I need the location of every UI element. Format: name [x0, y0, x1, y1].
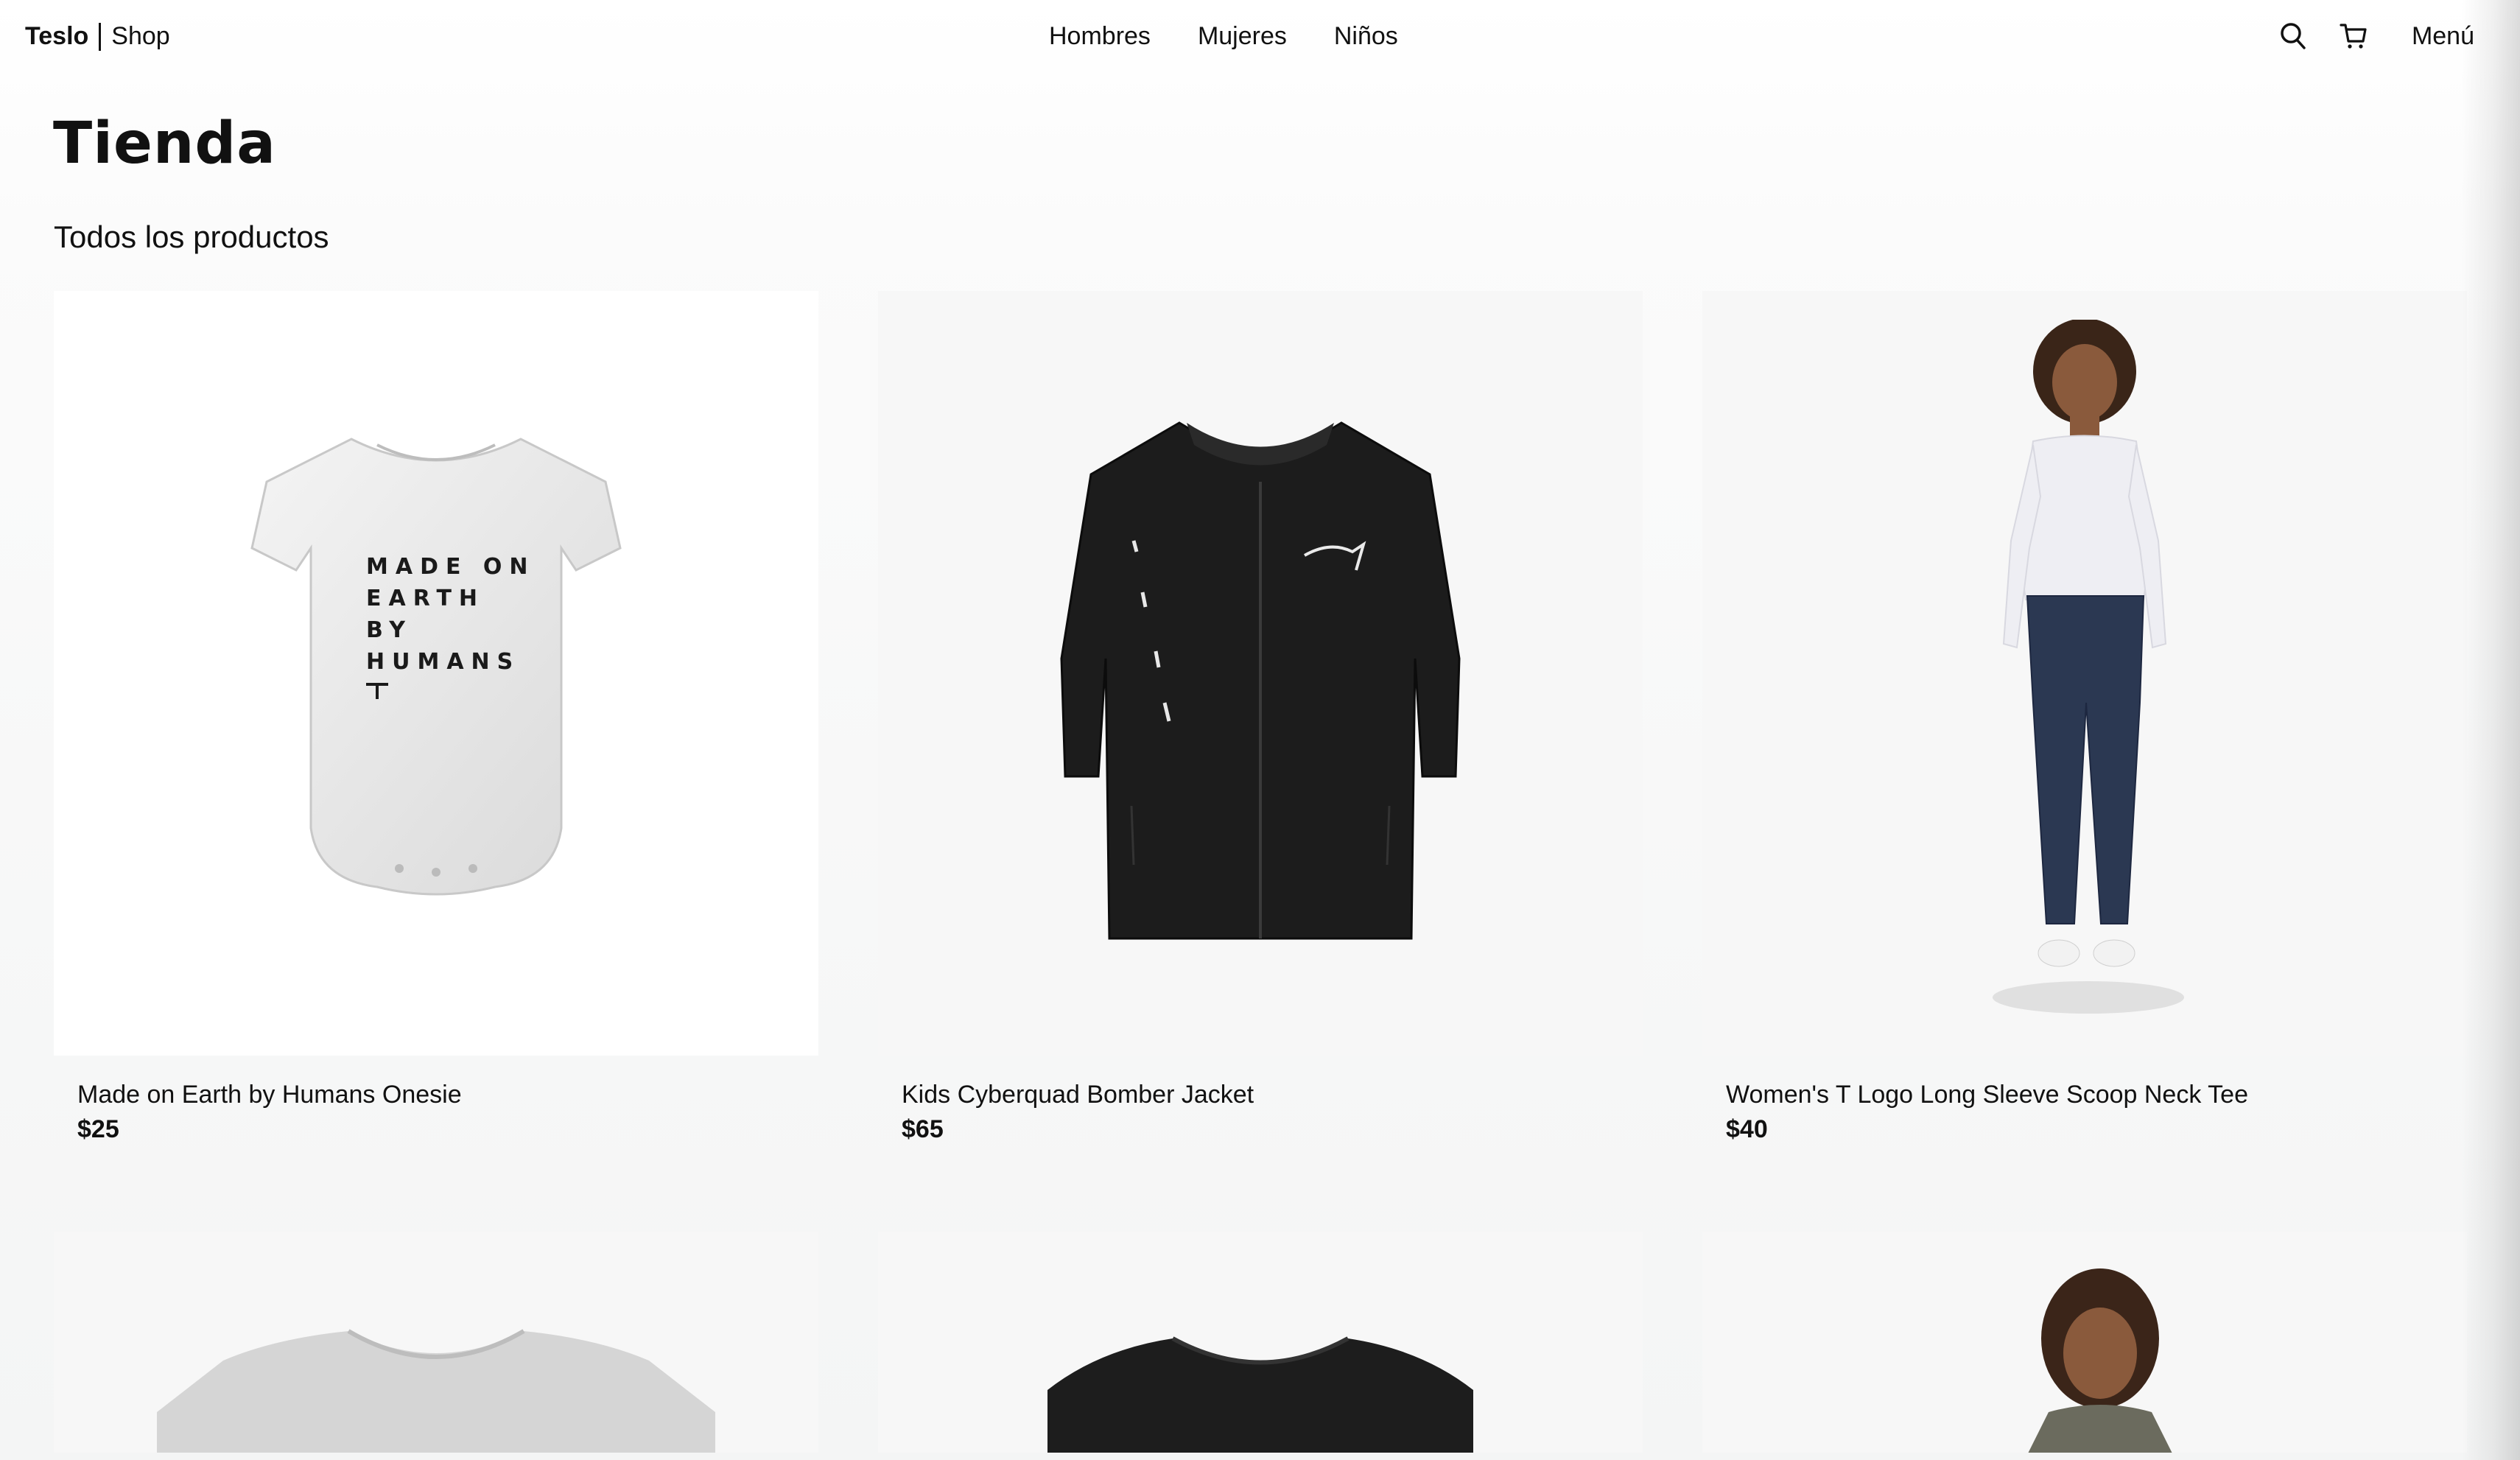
product-image[interactable]	[1702, 291, 2467, 1056]
product-price: $25	[77, 1115, 119, 1143]
brand-separator	[99, 22, 102, 51]
brand-logo: Teslo	[25, 22, 89, 50]
product-image[interactable]	[1702, 1232, 2467, 1453]
page: Teslo Shop Hombres Mujeres Niños Menú Ti…	[0, 0, 2520, 1460]
grey-tee-image	[157, 1329, 715, 1453]
product-card[interactable]: MADE ON EARTH BY HUMANS Made on Earth by…	[54, 291, 818, 1144]
product-info: Kids Cyberquad Bomber Jacket $65	[878, 1056, 1643, 1144]
product-price: $40	[1726, 1115, 1768, 1143]
product-card[interactable]	[878, 1232, 1643, 1453]
search-button[interactable]	[2276, 18, 2310, 55]
product-price: $65	[902, 1115, 944, 1143]
product-info: Made on Earth by Humans Onesie $25	[54, 1056, 818, 1144]
product-card[interactable]	[1702, 1232, 2467, 1453]
product-card[interactable]	[54, 1232, 818, 1453]
model-long-sleeve-tee-image	[1993, 320, 2184, 1014]
nav-actions: Menú	[2276, 18, 2474, 55]
right-edge-shadow	[2461, 0, 2520, 1460]
search-icon	[2281, 23, 2306, 49]
cart-icon	[2340, 24, 2367, 49]
cart-button[interactable]	[2337, 18, 2370, 55]
nav-link-hombres[interactable]: Hombres	[1049, 22, 1151, 51]
brand-logo-link[interactable]: Teslo Shop	[25, 22, 170, 51]
onesie-print-line: EARTH	[366, 586, 485, 611]
top-navbar: Teslo Shop Hombres Mujeres Niños Menú	[0, 0, 2520, 74]
page-subtitle: Todos los productos	[54, 220, 329, 254]
brand-shop-label: Shop	[111, 22, 170, 50]
category-nav: Hombres Mujeres Niños	[1049, 22, 1398, 51]
product-card[interactable]: Kids Cyberquad Bomber Jacket $65	[878, 291, 1643, 1144]
bomber-jacket-image	[1060, 421, 1461, 940]
onesie-print-line: MADE ON	[366, 554, 536, 580]
product-image[interactable]	[878, 291, 1643, 1056]
product-info: Women's T Logo Long Sleeve Scoop Neck Te…	[1702, 1056, 2467, 1144]
product-title[interactable]: Women's T Logo Long Sleeve Scoop Neck Te…	[1726, 1079, 2467, 1111]
product-image[interactable]	[54, 1232, 818, 1453]
onesie-print-line: HUMANS	[366, 649, 520, 675]
nav-link-mujeres[interactable]: Mujeres	[1198, 22, 1287, 51]
black-sweatshirt-image	[1047, 1336, 1473, 1453]
product-title[interactable]: Made on Earth by Humans Onesie	[77, 1079, 818, 1111]
onesie-image: MADE ON EARTH BY HUMANS	[250, 438, 622, 896]
product-image[interactable]	[878, 1232, 1643, 1453]
product-image[interactable]: MADE ON EARTH BY HUMANS	[54, 291, 818, 1056]
model-hoodie-image	[2028, 1268, 2172, 1453]
onesie-print-line: BY	[366, 617, 413, 643]
product-card[interactable]: Women's T Logo Long Sleeve Scoop Neck Te…	[1702, 291, 2467, 1144]
product-title[interactable]: Kids Cyberquad Bomber Jacket	[902, 1079, 1643, 1111]
nav-link-ninos[interactable]: Niños	[1334, 22, 1398, 51]
page-title: Tienda	[53, 110, 276, 177]
